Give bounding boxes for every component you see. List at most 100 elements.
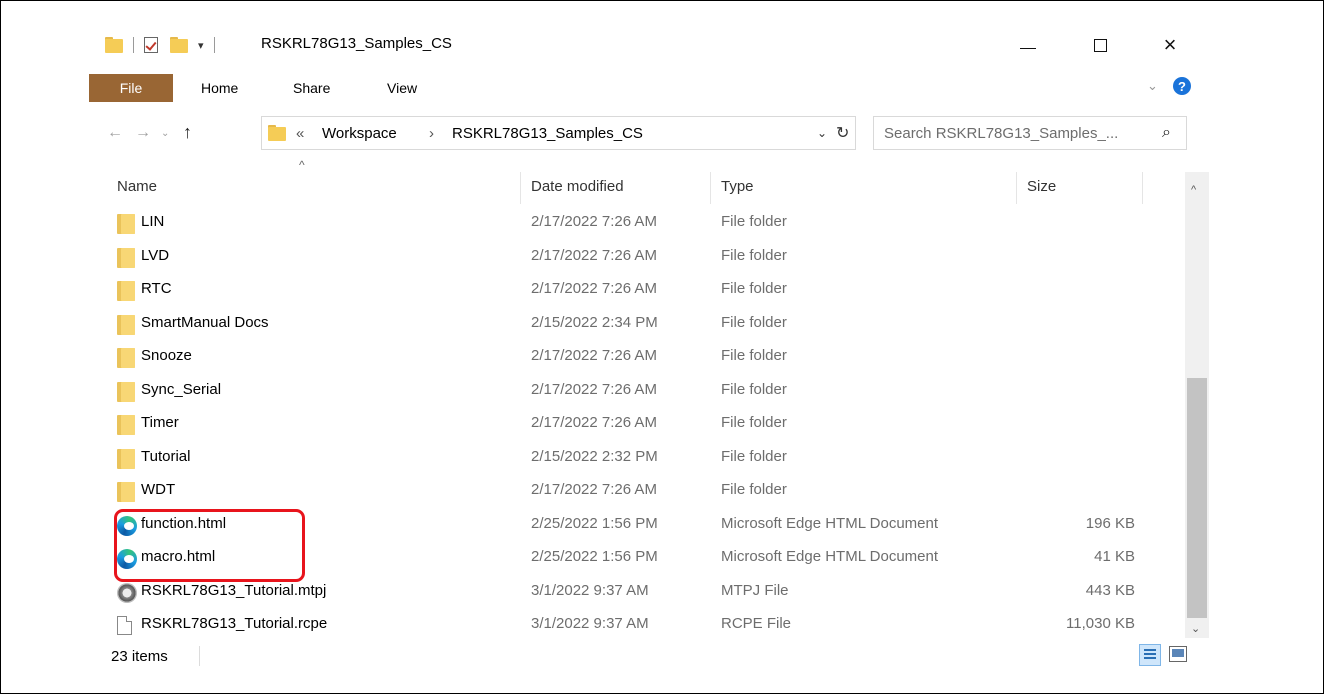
large-icons-view-icon[interactable]: [1169, 646, 1187, 662]
tab-home[interactable]: Home: [201, 80, 238, 96]
folder-icon: [117, 482, 135, 502]
column-size[interactable]: Size: [1027, 178, 1056, 195]
column-header: Name Date modified Type Size: [95, 172, 1185, 204]
back-button[interactable]: ←: [107, 124, 123, 142]
up-button[interactable]: ↑: [183, 122, 192, 143]
file-row-lvd[interactable]: LVD 2/17/2022 7:26 AM File folder: [95, 240, 1185, 274]
file-date: 2/17/2022 7:26 AM: [531, 481, 657, 498]
quick-access-toolbar: ▾: [105, 32, 225, 58]
file-date: 2/17/2022 7:26 AM: [531, 246, 657, 264]
file-row-lin[interactable]: LIN 2/17/2022 7:26 AM File folder: [95, 206, 1185, 240]
maximize-icon: [1093, 38, 1107, 52]
toolbar-divider: [133, 37, 134, 53]
file-size: 196 KB: [1085, 514, 1135, 532]
scroll-down-icon[interactable]: ⌄: [1191, 622, 1200, 635]
file-type: File folder: [721, 380, 787, 398]
mtpj-icon: [117, 582, 137, 603]
file-row-smartmanual-docs[interactable]: SmartManual Docs 2/15/2022 2:34 PM File …: [95, 307, 1185, 341]
item-count: 23 items: [111, 648, 168, 665]
column-divider[interactable]: [1016, 172, 1017, 204]
file-name: LIN: [141, 213, 165, 230]
folder-icon: [105, 37, 123, 53]
file-name: LVD: [141, 246, 170, 264]
folder-icon: [117, 281, 135, 301]
column-divider[interactable]: [710, 172, 711, 204]
minimize-button[interactable]: [1013, 30, 1043, 60]
title-bar: ▾ RSKRL78G13_Samples_CS ×: [95, 18, 1209, 70]
file-size: 443 KB: [1085, 581, 1135, 599]
file-date: 2/17/2022 7:26 AM: [531, 280, 657, 297]
expand-ribbon-icon[interactable]: ⌄: [1147, 78, 1158, 94]
file-row-tutorial-rcpe[interactable]: RSKRL78G13_Tutorial.rcpe 3/1/2022 9:37 A…: [95, 608, 1185, 642]
file-row-snooze[interactable]: Snooze 2/17/2022 7:26 AM File folder: [95, 340, 1185, 374]
new-folder-icon[interactable]: [170, 37, 188, 53]
column-name[interactable]: Name: [117, 178, 157, 195]
maximize-button[interactable]: [1085, 30, 1115, 60]
search-input[interactable]: Search RSKRL78G13_Samples_... ⌕: [873, 116, 1187, 150]
search-placeholder: Search RSKRL78G13_Samples_...: [884, 125, 1119, 142]
minimize-icon: [1020, 47, 1036, 49]
tab-view[interactable]: View: [387, 80, 417, 96]
breadcrumb-separator[interactable]: ›: [429, 125, 434, 142]
column-type[interactable]: Type: [721, 178, 754, 195]
file-date: 3/1/2022 9:37 AM: [531, 581, 649, 599]
tab-file[interactable]: File: [89, 74, 173, 102]
file-size: 41 KB: [1094, 548, 1135, 565]
refresh-icon[interactable]: ↻: [836, 123, 849, 143]
folder-icon: [117, 247, 135, 268]
file-type: Microsoft Edge HTML Document: [721, 548, 939, 565]
file-row-sync-serial[interactable]: Sync_Serial 2/17/2022 7:26 AM File folde…: [95, 374, 1185, 408]
file-name: RSKRL78G13_Tutorial.rcpe: [141, 615, 328, 632]
window-title: RSKRL78G13_Samples_CS: [261, 35, 452, 52]
file-type: Microsoft Edge HTML Document: [721, 514, 939, 532]
folder-icon: [117, 381, 135, 402]
file-date: 2/25/2022 1:56 PM: [531, 548, 658, 565]
recent-locations-button[interactable]: ⌄: [161, 128, 169, 139]
file-name: Sync_Serial: [141, 380, 222, 398]
html-files-highlight: [114, 509, 305, 582]
close-button[interactable]: ×: [1155, 30, 1185, 60]
address-bar[interactable]: « Workspace › RSKRL78G13_Samples_CS ⌄ ↻: [261, 116, 856, 150]
address-dropdown-icon[interactable]: ⌄: [817, 126, 827, 140]
status-divider: [199, 646, 200, 666]
folder-icon: [117, 415, 135, 435]
file-type: File folder: [721, 313, 787, 331]
file-name: Snooze: [141, 347, 192, 364]
file-row-timer[interactable]: Timer 2/17/2022 7:26 AM File folder: [95, 407, 1185, 441]
file-type: File folder: [721, 213, 787, 230]
properties-icon[interactable]: [144, 37, 158, 53]
breadcrumb-current[interactable]: RSKRL78G13_Samples_CS: [452, 125, 643, 142]
scroll-up-icon[interactable]: ^: [1191, 184, 1196, 196]
file-date: 2/15/2022 2:32 PM: [531, 447, 658, 465]
breadcrumb-workspace[interactable]: Workspace: [322, 125, 397, 142]
file-row-tutorial[interactable]: Tutorial 2/15/2022 2:32 PM File folder: [95, 441, 1185, 475]
column-divider[interactable]: [520, 172, 521, 204]
file-date: 2/17/2022 7:26 AM: [531, 380, 657, 398]
file-name: Tutorial: [141, 447, 191, 465]
file-row-rtc[interactable]: RTC 2/17/2022 7:26 AM File folder: [95, 273, 1185, 307]
file-name: RTC: [141, 280, 172, 297]
forward-button[interactable]: →: [135, 124, 151, 142]
tab-share[interactable]: Share: [293, 80, 330, 96]
customize-toolbar-icon[interactable]: ▾: [198, 39, 204, 52]
file-date: 2/17/2022 7:26 AM: [531, 347, 657, 364]
sort-indicator-icon: ^: [299, 158, 305, 172]
file-date: 2/15/2022 2:34 PM: [531, 313, 658, 331]
file-name: SmartManual Docs: [141, 313, 269, 331]
search-icon[interactable]: ⌕: [1162, 124, 1171, 142]
file-row-wdt[interactable]: WDT 2/17/2022 7:26 AM File folder: [95, 474, 1185, 508]
details-view-icon[interactable]: [1139, 644, 1161, 666]
folder-icon: [268, 125, 286, 141]
column-divider[interactable]: [1142, 172, 1143, 204]
status-bar: 23 items: [95, 638, 1209, 674]
file-type: File folder: [721, 447, 787, 465]
navigation-bar: ← → ⌄ ↑ « Workspace › RSKRL78G13_Samples…: [95, 116, 1209, 152]
scrollbar-thumb[interactable]: [1187, 378, 1207, 618]
file-name: Timer: [141, 414, 179, 431]
ribbon: File Home Share View ⌄ ?: [89, 74, 1209, 102]
file-date: 3/1/2022 9:37 AM: [531, 615, 649, 632]
breadcrumb-overflow[interactable]: «: [296, 125, 304, 142]
vertical-scrollbar[interactable]: ^ ⌄: [1185, 172, 1209, 638]
column-date-modified[interactable]: Date modified: [531, 178, 624, 195]
help-icon[interactable]: ?: [1173, 77, 1191, 95]
